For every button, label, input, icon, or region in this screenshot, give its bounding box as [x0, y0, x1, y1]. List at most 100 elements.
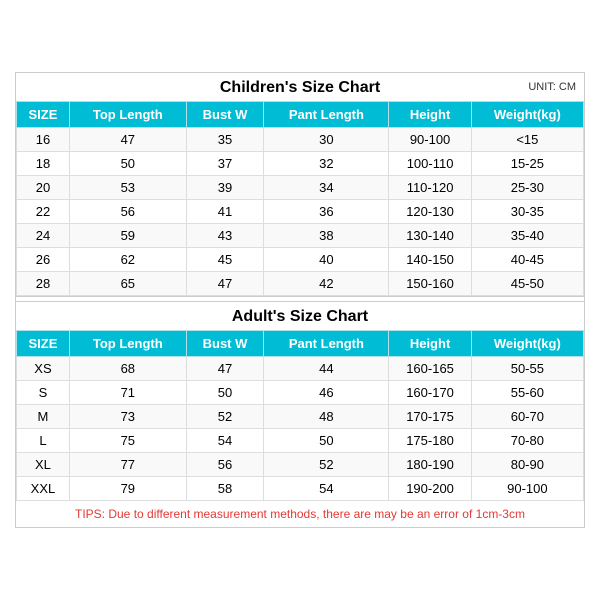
table-cell: 73 [69, 405, 186, 429]
table-cell: 175-180 [389, 429, 471, 453]
table-cell: 70-80 [471, 429, 583, 453]
table-cell: 26 [17, 248, 70, 272]
adult-title-row: Adult's Size Chart [16, 302, 584, 330]
adult-col-height: Height [389, 331, 471, 357]
table-cell: 47 [186, 272, 264, 296]
table-cell: 79 [69, 477, 186, 501]
table-cell: 41 [186, 200, 264, 224]
table-row: 20533934110-12025-30 [17, 176, 584, 200]
table-row: XS684744160-16550-55 [17, 357, 584, 381]
table-cell: 40 [264, 248, 389, 272]
children-col-weight: Weight(kg) [471, 102, 583, 128]
children-header-row: SIZE Top Length Bust W Pant Length Heigh… [17, 102, 584, 128]
table-cell: 50-55 [471, 357, 583, 381]
table-cell: 20 [17, 176, 70, 200]
table-cell: 50 [69, 152, 186, 176]
table-cell: 42 [264, 272, 389, 296]
children-col-height: Height [389, 102, 471, 128]
table-cell: 30 [264, 128, 389, 152]
table-row: M735248170-17560-70 [17, 405, 584, 429]
adult-col-size: SIZE [17, 331, 70, 357]
adult-col-bust: Bust W [186, 331, 264, 357]
table-cell: 180-190 [389, 453, 471, 477]
table-cell: 47 [69, 128, 186, 152]
table-row: 28654742150-16045-50 [17, 272, 584, 296]
table-cell: 90-100 [471, 477, 583, 501]
unit-label: UNIT: CM [528, 81, 576, 93]
table-cell: 71 [69, 381, 186, 405]
table-cell: S [17, 381, 70, 405]
table-cell: 55-60 [471, 381, 583, 405]
children-title-row: Children's Size Chart UNIT: CM [16, 73, 584, 101]
adult-title: Adult's Size Chart [232, 308, 368, 325]
table-cell: 120-130 [389, 200, 471, 224]
table-cell: XL [17, 453, 70, 477]
table-cell: 39 [186, 176, 264, 200]
table-cell: 54 [186, 429, 264, 453]
table-cell: 100-110 [389, 152, 471, 176]
table-cell: 25-30 [471, 176, 583, 200]
table-cell: 43 [186, 224, 264, 248]
table-cell: 36 [264, 200, 389, 224]
table-cell: 30-35 [471, 200, 583, 224]
table-cell: 170-175 [389, 405, 471, 429]
table-cell: 18 [17, 152, 70, 176]
table-cell: 190-200 [389, 477, 471, 501]
table-cell: 35 [186, 128, 264, 152]
table-cell: 34 [264, 176, 389, 200]
table-cell: 16 [17, 128, 70, 152]
table-cell: 50 [264, 429, 389, 453]
table-cell: XXL [17, 477, 70, 501]
table-cell: 90-100 [389, 128, 471, 152]
table-row: 26624540140-15040-45 [17, 248, 584, 272]
table-cell: 150-160 [389, 272, 471, 296]
children-col-pant: Pant Length [264, 102, 389, 128]
adult-table: SIZE Top Length Bust W Pant Length Heigh… [16, 330, 584, 501]
table-cell: 15-25 [471, 152, 583, 176]
table-row: S715046160-17055-60 [17, 381, 584, 405]
table-cell: 52 [186, 405, 264, 429]
table-cell: <15 [471, 128, 583, 152]
tips-row: TIPS: Due to different measurement metho… [16, 501, 584, 527]
table-cell: 160-170 [389, 381, 471, 405]
table-cell: 75 [69, 429, 186, 453]
adult-header-row: SIZE Top Length Bust W Pant Length Heigh… [17, 331, 584, 357]
table-cell: 130-140 [389, 224, 471, 248]
table-row: 1647353090-100<15 [17, 128, 584, 152]
table-cell: XS [17, 357, 70, 381]
children-table: SIZE Top Length Bust W Pant Length Heigh… [16, 101, 584, 296]
table-row: XL775652180-19080-90 [17, 453, 584, 477]
table-cell: 58 [186, 477, 264, 501]
table-cell: 80-90 [471, 453, 583, 477]
table-row: L755450175-18070-80 [17, 429, 584, 453]
adult-col-weight: Weight(kg) [471, 331, 583, 357]
table-cell: 35-40 [471, 224, 583, 248]
table-cell: 28 [17, 272, 70, 296]
table-cell: 68 [69, 357, 186, 381]
table-row: 24594338130-14035-40 [17, 224, 584, 248]
table-cell: 60-70 [471, 405, 583, 429]
tips-text: TIPS: Due to different measurement metho… [75, 507, 525, 521]
children-col-top: Top Length [69, 102, 186, 128]
table-cell: 77 [69, 453, 186, 477]
table-cell: 140-150 [389, 248, 471, 272]
table-cell: 38 [264, 224, 389, 248]
table-cell: 56 [186, 453, 264, 477]
table-cell: 24 [17, 224, 70, 248]
table-cell: 54 [264, 477, 389, 501]
table-cell: 53 [69, 176, 186, 200]
table-cell: 59 [69, 224, 186, 248]
adult-col-top: Top Length [69, 331, 186, 357]
table-cell: 37 [186, 152, 264, 176]
table-cell: 50 [186, 381, 264, 405]
table-cell: 46 [264, 381, 389, 405]
table-cell: 110-120 [389, 176, 471, 200]
table-cell: 45-50 [471, 272, 583, 296]
table-cell: 40-45 [471, 248, 583, 272]
table-cell: M [17, 405, 70, 429]
table-cell: 65 [69, 272, 186, 296]
size-chart-container: Children's Size Chart UNIT: CM SIZE Top … [15, 72, 585, 528]
table-row: 22564136120-13030-35 [17, 200, 584, 224]
table-cell: 45 [186, 248, 264, 272]
table-row: 18503732100-11015-25 [17, 152, 584, 176]
